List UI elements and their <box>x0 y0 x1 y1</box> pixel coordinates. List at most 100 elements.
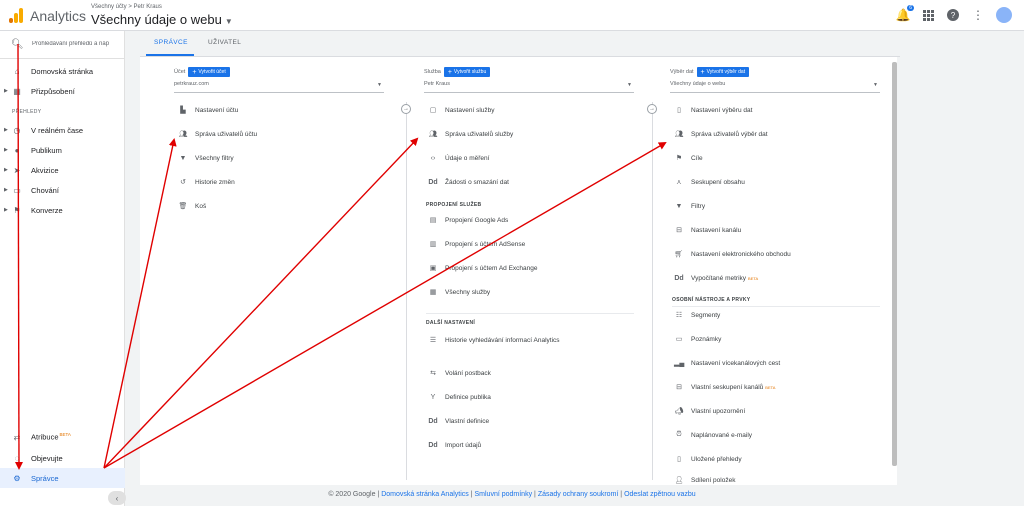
avatar[interactable] <box>996 7 1012 23</box>
sidebar-item-conversions[interactable]: ▶ ⚑ Konverze <box>0 200 125 220</box>
tab-admin[interactable]: SPRÁVCE <box>154 39 188 46</box>
lightbulb-icon: ◌ <box>14 453 20 463</box>
adsense-linking-link[interactable]: ▥ Propojení s účtem AdSense <box>428 237 526 251</box>
flag-icon: ⚑ <box>675 155 683 162</box>
more-vert-icon[interactable]: ⋮ <box>971 8 985 22</box>
account-settings-link[interactable]: ▙ Nastavení účtu <box>178 103 238 117</box>
share-assets-link[interactable]: 👤︎ Sdílení položek <box>674 473 736 487</box>
create-property-button[interactable]: + Vytvořit službu <box>443 67 491 77</box>
ecommerce-settings-link[interactable]: 🛒︎ Nastavení elektronického obchodu <box>674 247 791 261</box>
tab-user[interactable]: UŽIVATEL <box>208 39 241 46</box>
goals-link[interactable]: ⚑ Cíle <box>674 151 703 165</box>
scheduled-emails-link[interactable]: ⏰︎ Naplánované e-maily <box>674 428 752 442</box>
view-select[interactable]: Všechny údaje o webu ▼ <box>670 81 880 93</box>
search-box[interactable]: 🔍︎ <box>0 31 125 59</box>
product-linking-heading: PROPOJENÍ SLUŽEB <box>426 202 482 208</box>
google-ads-linking-link[interactable]: ▤ Propojení Google Ads <box>428 213 509 227</box>
multichannel-settings-link[interactable]: ▂▄ Nastavení vícekanálových cest <box>674 356 780 370</box>
sidebar-item-discover[interactable]: ◌ Objevujte <box>0 448 125 468</box>
sidebar: 🔍︎ ⌂ Domovská stránka ▶ ▦ Přizpůsobení P… <box>0 31 126 506</box>
channel-settings-link[interactable]: ⊟ Nastavení kanálu <box>674 223 741 237</box>
arrow-right-icon: → <box>647 104 657 114</box>
sidebar-item-attribution[interactable]: ⇄ AtribuceBETA <box>0 427 125 447</box>
ads-icon: ▤ <box>429 217 437 224</box>
analytics-logo-icon[interactable] <box>9 8 23 23</box>
history-icon: ↺ <box>180 179 186 186</box>
audience-definitions-link[interactable]: Y Definice publika <box>428 390 491 404</box>
sidebar-item-behavior[interactable]: ▶ ▭ Chování <box>0 180 125 200</box>
property-user-management-link[interactable]: 👥︎ Správa uživatelů služby <box>428 127 514 141</box>
saved-reports-link[interactable]: ▯ Uložené přehledy <box>674 452 742 466</box>
trash-icon: 🗑︎ <box>178 203 188 210</box>
custom-alerts-link[interactable]: 📣︎ Vlastní upozornění <box>674 404 746 418</box>
all-products-link[interactable]: ▦ Všechny služby <box>428 285 490 299</box>
analytics-intelligence-history-link[interactable]: ☰ Historie vyhledávání informací Analytic… <box>428 333 560 347</box>
footer-link-terms[interactable]: Smluvní podmínky <box>475 491 533 498</box>
column-divider <box>652 102 653 480</box>
property-column: Služba + Vytvořit službu Petr Kraus ▼ ▢ Nas… <box>418 57 636 485</box>
notifications-bell-icon[interactable]: 🔔 6 <box>896 5 914 22</box>
sidebar-item-admin[interactable]: ⚙ Správce <box>0 468 125 488</box>
account-user-management-link[interactable]: 👥︎ Správa uživatelů účtu <box>178 127 258 141</box>
property-select[interactable]: Petr Kraus ▼ <box>424 81 634 93</box>
arrow-right-icon: → <box>401 104 411 114</box>
property-settings-link[interactable]: ▢ Nastavení služby <box>428 103 495 117</box>
data-deletion-requests-link[interactable]: Dd Žádosti o smazání dat <box>428 175 509 189</box>
account-select[interactable]: petrkrauz.com ▼ <box>174 81 384 93</box>
sidebar-item-realtime[interactable]: ▶ ◷ V reálném čase <box>0 120 125 140</box>
search-input[interactable] <box>32 41 117 47</box>
custom-definitions-link[interactable]: Dd Vlastní definice <box>428 414 489 428</box>
sidebar-item-home[interactable]: ⌂ Domovská stránka <box>0 61 125 81</box>
ad-exchange-linking-link[interactable]: ▣ Propojení s účtem Ad Exchange <box>428 261 538 275</box>
data-import-link[interactable]: Dd Import údajů <box>428 438 481 452</box>
acquisition-icon: ➤ <box>13 165 21 175</box>
gear-icon: ⚙ <box>13 473 21 483</box>
app-name[interactable]: Analytics <box>30 8 86 24</box>
view-user-management-link[interactable]: 👥︎ Správa uživatelů výběr dat <box>674 127 768 141</box>
account-label: Účet <box>174 69 186 75</box>
property-selector[interactable]: Všechny údaje o webu ▼ <box>91 12 233 27</box>
sidebar-item-acquisition[interactable]: ▶ ➤ Akvizice <box>0 160 125 180</box>
help-icon[interactable]: ? <box>946 8 960 22</box>
grid-icon: ▦ <box>13 86 21 96</box>
people-icon: 👥︎ <box>674 131 684 138</box>
plus-icon: + <box>192 68 197 76</box>
property-label: Služba <box>424 69 441 75</box>
sidebar-item-audience[interactable]: ▶ ● Publikum <box>0 140 125 160</box>
behavior-icon: ▭ <box>13 185 21 195</box>
postbacks-link[interactable]: ⇆ Volání postback <box>428 366 491 380</box>
sidebar-item-customization[interactable]: ▶ ▦ Přizpůsobení <box>0 81 125 101</box>
account-all-filters-link[interactable]: ▼ Všechny filtry <box>178 151 234 165</box>
adexchange-icon: ▣ <box>429 265 437 272</box>
segments-link[interactable]: ☷ Segmenty <box>674 308 720 322</box>
tracking-info-link[interactable]: ‹› Údaje o měření <box>428 151 490 165</box>
custom-channel-grouping-link[interactable]: ⊟ Vlastní seskupení kanálů BETA <box>674 380 775 394</box>
account-trash-link[interactable]: 🗑︎ Koš <box>178 199 207 213</box>
notes-icon: ▭ <box>675 336 683 343</box>
create-view-button[interactable]: + Vytvořit výběr dat <box>696 67 750 77</box>
attribution-icon: ⇄ <box>13 432 21 442</box>
plus-icon: + <box>700 68 705 76</box>
dropdown-arrow-icon: ▼ <box>873 82 878 88</box>
footer-link-analytics-home[interactable]: Domovská stránka Analytics <box>381 491 469 498</box>
view-column: Výběr dat + Vytvořit výběr dat Všechny úd… <box>664 57 882 485</box>
view-settings-link[interactable]: ▯ Nastavení výběru dat <box>674 103 752 117</box>
apps-grid-icon[interactable] <box>921 8 935 22</box>
alarm-icon: ⏰︎ <box>676 431 682 438</box>
create-account-button[interactable]: + Vytvořit účet <box>188 67 230 77</box>
footer-link-feedback[interactable]: Odeslat zpětnou vazbu <box>624 491 696 498</box>
calculated-metrics-link[interactable]: Dd Vypočítané metriky BETA <box>674 271 758 285</box>
footer-link-privacy[interactable]: Zásady ochrany soukromí <box>538 491 619 498</box>
account-change-history-link[interactable]: ↺ Historie změn <box>178 175 235 189</box>
segments-icon: ☷ <box>675 312 683 319</box>
footer: © 2020 Google | Domovská stránka Analyti… <box>328 491 696 498</box>
panel-scrollbar[interactable] <box>892 62 897 466</box>
content-grouping-link[interactable]: ⋏ Seskupení obsahu <box>674 175 744 189</box>
breadcrumb[interactable]: Všechny účty > Petr Kraus <box>91 4 162 10</box>
all-products-icon: ▦ <box>429 289 437 296</box>
beta-badge: BETA <box>765 384 776 390</box>
search-history-icon: ☰ <box>429 337 437 344</box>
view-filters-link[interactable]: ▼ Filtry <box>674 199 706 213</box>
annotations-link[interactable]: ▭ Poznámky <box>674 332 722 346</box>
active-tab-indicator <box>146 54 194 56</box>
